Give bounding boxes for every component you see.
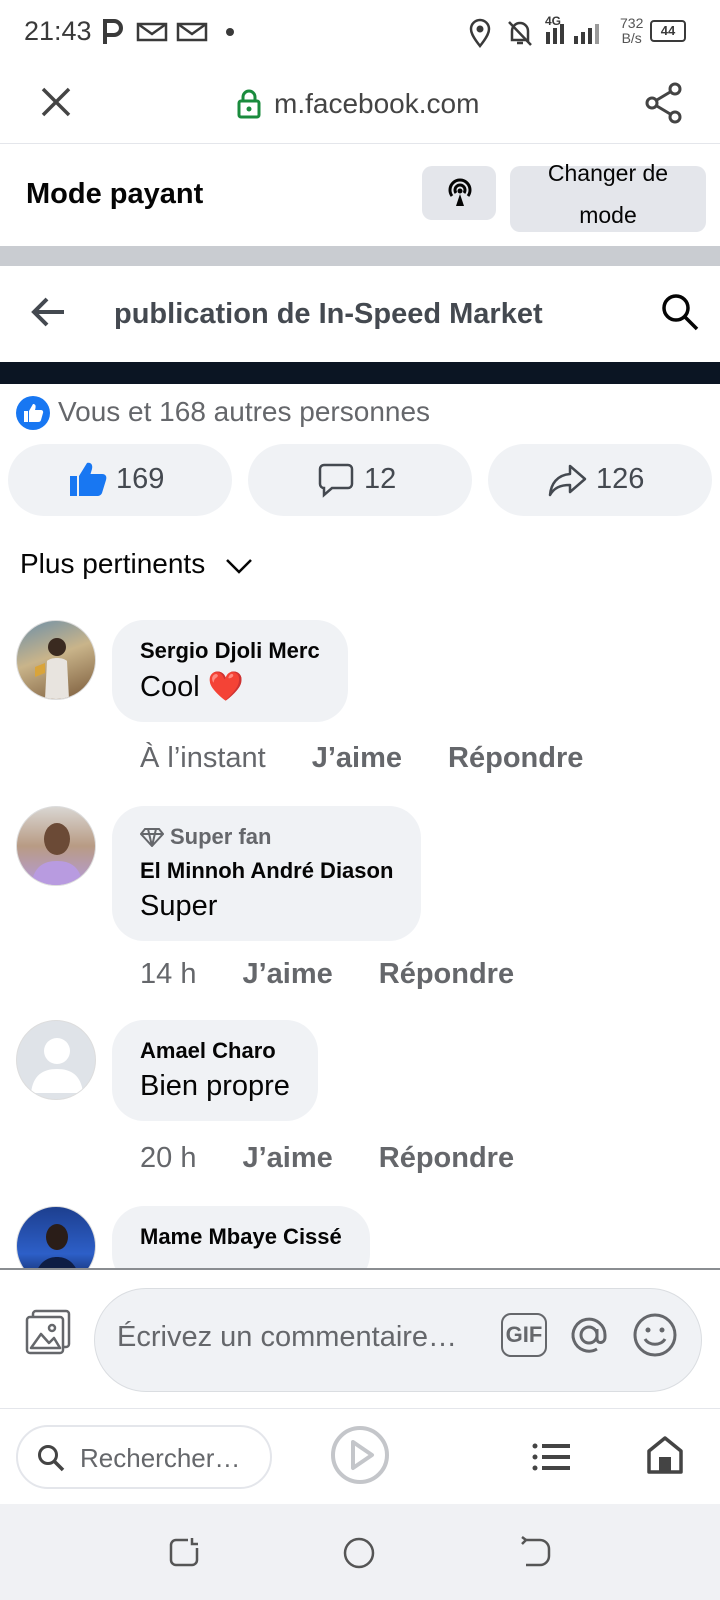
page-title: publication de In-Speed Market [114, 298, 543, 330]
broadcast-icon [448, 178, 472, 206]
comment-bubble[interactable]: Amael Charo Bien propre [112, 1020, 318, 1121]
comment-placeholder: Écrivez un commentaire… [117, 1321, 458, 1353]
section-divider [0, 246, 720, 266]
reply-button[interactable]: Répondre [379, 958, 514, 991]
url-text[interactable]: m.facebook.com [274, 88, 479, 120]
comment-actions: 14 h J’aime Répondre [140, 958, 514, 991]
reply-button[interactable]: Répondre [379, 1142, 514, 1175]
page-header: publication de In-Speed Market [0, 266, 720, 362]
comment-time[interactable]: À l’instant [140, 742, 266, 775]
gif-button[interactable]: GIF [501, 1313, 547, 1357]
search-icon[interactable] [660, 292, 700, 332]
like-comment-button[interactable]: J’aime [242, 958, 332, 991]
mention-icon[interactable] [565, 1311, 613, 1359]
reaction-summary-text: Vous et 168 autres personnes [58, 396, 431, 427]
play-icon[interactable] [330, 1425, 390, 1485]
location-icon [469, 18, 491, 48]
avatar[interactable] [16, 1020, 96, 1100]
mode-bar: Mode payant Changer de mode [0, 144, 720, 244]
comment-author[interactable]: El Minnoh André Diason [140, 858, 393, 884]
comment-actions: À l’instant J’aime Répondre [140, 742, 583, 775]
browser-bottom-nav: Rechercher… [0, 1408, 720, 1504]
like-count: 169 [116, 463, 165, 495]
chevron-down-icon [226, 558, 252, 574]
like-count-button[interactable]: 169 [8, 444, 232, 516]
search-placeholder: Rechercher… [80, 1443, 241, 1473]
comment-text-value: Cool [140, 671, 200, 703]
lock-icon [237, 89, 261, 119]
media-edge [0, 362, 720, 384]
parking-icon [103, 19, 123, 44]
change-mode-line1: Changer de [547, 160, 669, 186]
battery-icon: 44 [650, 20, 686, 42]
menu-list-icon[interactable] [532, 1443, 572, 1471]
mail-icon [136, 22, 168, 42]
photo-icon[interactable] [24, 1308, 72, 1356]
avatar-photo [35, 638, 69, 699]
comment-text: Cool ❤️ [140, 670, 320, 704]
comment-time[interactable]: 20 h [140, 1142, 196, 1175]
browser-bar: m.facebook.com [0, 66, 720, 144]
avatar[interactable] [16, 620, 96, 700]
like-reaction-icon [16, 396, 50, 430]
mute-bell-icon [508, 21, 532, 46]
like-icon [70, 462, 107, 496]
gif-label: GIF [505, 1322, 543, 1347]
system-nav-bar [0, 1504, 720, 1600]
reply-button[interactable]: Répondre [448, 742, 583, 775]
recent-apps-icon[interactable] [168, 1536, 200, 1568]
share-icon[interactable] [644, 82, 684, 124]
status-time: 21:43 [24, 16, 92, 46]
data-mode-button[interactable] [422, 166, 496, 220]
comment-text: Super [140, 890, 218, 922]
comment-time[interactable]: 14 h [140, 958, 196, 991]
status-bar: 21:43 4G 732 B/s 44 [0, 0, 720, 66]
comment-bubble[interactable]: Super fan El Minnoh André Diason Super [112, 806, 422, 941]
sort-dropdown[interactable]: Plus pertinents [20, 548, 253, 580]
super-fan-badge: Super fan [140, 824, 393, 850]
heart-emoji: ❤️ [207, 671, 244, 703]
share-count: 126 [596, 463, 645, 495]
comment-author[interactable]: Sergio Djoli Merc [140, 638, 320, 664]
comment-composer: Écrivez un commentaire… GIF [0, 1268, 720, 1408]
comment-author[interactable]: Amael Charo [140, 1038, 290, 1064]
diamond-icon [140, 828, 164, 847]
back-arrow-icon[interactable] [30, 296, 66, 328]
comment-actions: 20 h J’aime Répondre [140, 1142, 514, 1175]
close-icon[interactable] [40, 86, 72, 118]
sort-label: Plus pertinents [20, 548, 206, 579]
comment-input[interactable]: Écrivez un commentaire… GIF [94, 1288, 702, 1392]
avatar-photo [31, 823, 83, 885]
comment-author[interactable]: Mame Mbaye Cissé [140, 1224, 342, 1250]
comment-count: 12 [364, 463, 397, 495]
comment-text: Bien propre [140, 1070, 290, 1102]
emoji-icon[interactable] [631, 1311, 679, 1359]
like-comment-button[interactable]: J’aime [242, 1142, 332, 1175]
network-speed: 732 B/s [620, 16, 643, 46]
home-icon[interactable] [646, 1435, 684, 1475]
share-count-button[interactable]: 126 [488, 444, 712, 516]
share-arrow-icon [548, 464, 587, 497]
like-comment-button[interactable]: J’aime [312, 742, 402, 775]
comment-bubble[interactable]: Sergio Djoli Merc Cool ❤️ [112, 620, 348, 722]
mode-title: Mode payant [26, 178, 204, 210]
badge-label: Super fan [170, 824, 272, 849]
battery-level: 44 [660, 23, 676, 38]
mail-icon [176, 22, 208, 42]
signal-icon [546, 24, 599, 44]
avatar[interactable] [16, 806, 96, 886]
speed-value: 732 [620, 15, 644, 31]
back-icon[interactable] [520, 1536, 552, 1568]
change-mode-line2: mode [579, 202, 637, 228]
change-mode-button[interactable]: Changer de mode [510, 160, 706, 232]
default-avatar-icon [31, 1038, 83, 1093]
comment-icon [318, 463, 354, 498]
speed-unit: B/s [621, 30, 642, 46]
home-circle-icon[interactable] [342, 1536, 376, 1570]
dot-icon [226, 28, 234, 36]
search-icon [38, 1445, 65, 1472]
comment-count-button[interactable]: 12 [248, 444, 472, 516]
browser-search-bar[interactable]: Rechercher… [16, 1425, 272, 1489]
